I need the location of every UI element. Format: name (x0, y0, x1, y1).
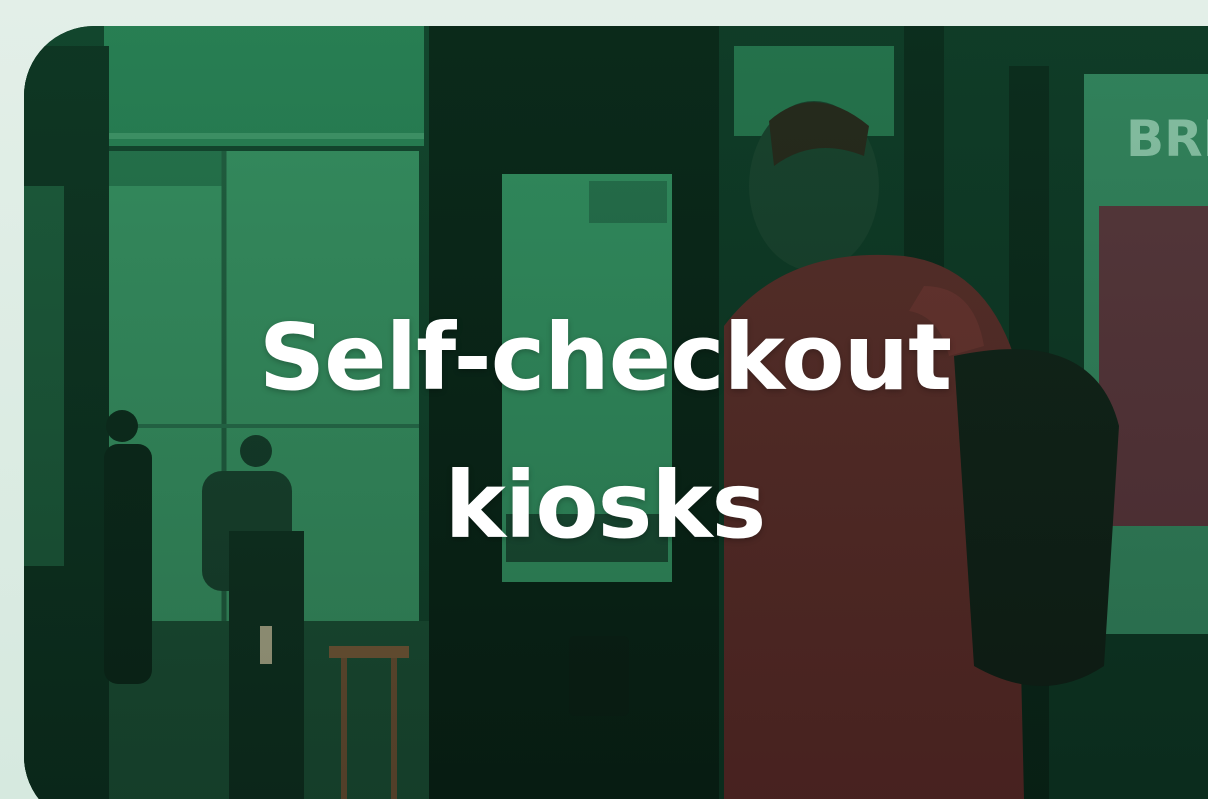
kiosk-screen-header (589, 181, 667, 223)
page: BRE Self-checkout kiosks (0, 0, 1208, 799)
hero-title: Self-checkout kiosks (24, 284, 1208, 580)
ceiling-panel (104, 26, 424, 146)
hero-title-line2: kiosks (444, 452, 767, 559)
poster-text: BRE (1126, 110, 1208, 168)
table-top (329, 646, 409, 658)
hero-title-line1: Self-checkout (258, 304, 952, 411)
window-transom (109, 151, 224, 186)
hero-card[interactable]: BRE Self-checkout kiosks (24, 26, 1208, 799)
kiosk-slot (260, 626, 272, 664)
card-reader (569, 636, 629, 716)
